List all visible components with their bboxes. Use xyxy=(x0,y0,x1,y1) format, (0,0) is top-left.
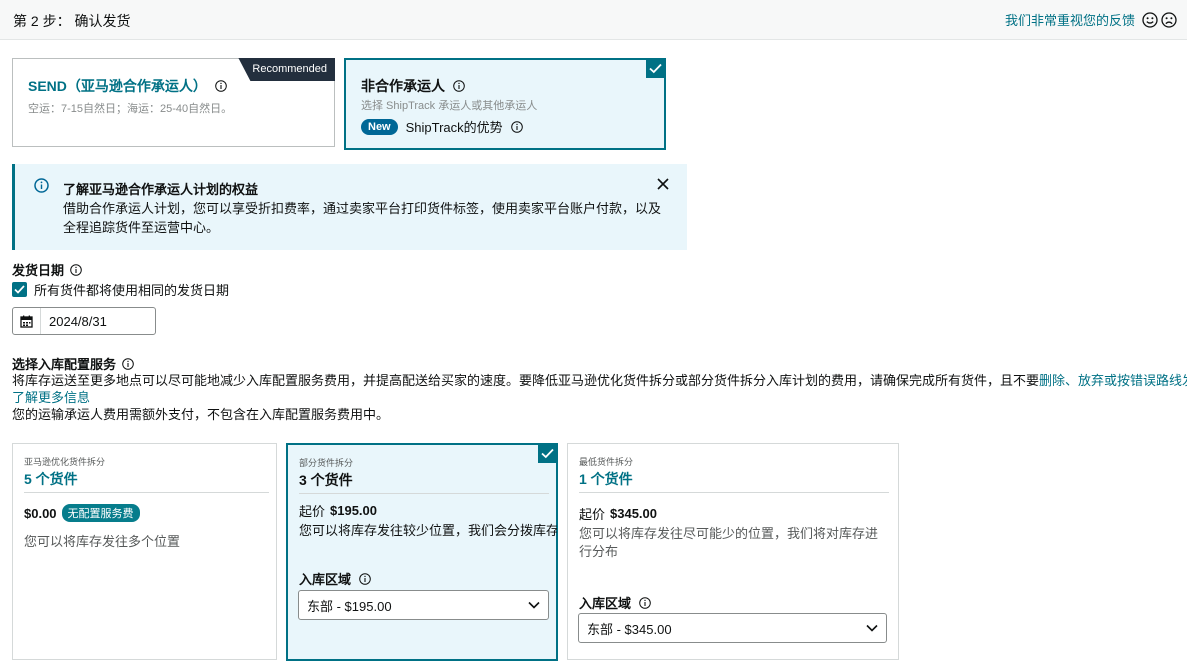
shiptrack-row: New ShipTrack的优势 xyxy=(361,117,523,136)
option-type-label: 部分货件拆分 xyxy=(299,458,354,468)
option-description: 您可以将库存发往尽可能少的位置，我们将对库存进行分布 xyxy=(579,526,879,559)
ship-date-field[interactable]: 2024/8/31 xyxy=(12,307,156,335)
non-partnered-title: 非合作承运人 xyxy=(361,76,465,96)
option-price-row: 起价 $345.00 xyxy=(579,506,658,522)
send-carrier-subtitle: 空运：7-15自然日；海运：25-40自然日。 xyxy=(28,103,233,115)
option-type-label: 亚马逊优化货件拆分 xyxy=(24,457,106,467)
option-price: $345.00 xyxy=(610,506,658,521)
info-icon[interactable] xyxy=(359,572,371,585)
divider xyxy=(299,493,549,494)
recommended-ribbon: Recommended xyxy=(238,58,335,81)
selected-check-icon xyxy=(538,444,557,463)
sad-face-icon[interactable] xyxy=(1161,11,1177,28)
new-badge: New xyxy=(361,118,398,135)
same-ship-date-label: 所有货件都将使用相同的发货日期 xyxy=(34,283,230,298)
split-option-amazon-optimized[interactable]: 亚马逊优化货件拆分 5 个货件 $0.00 无配置服务费 您可以将库存发往多个位… xyxy=(12,443,277,660)
top-bar: 第 2 步： 确认发货 我们非常重视您的反馈 xyxy=(0,0,1187,40)
region-label: 入库区域 xyxy=(299,569,371,588)
split-option-minimal[interactable]: 最低货件拆分 1 个货件 起价 $345.00 您可以将库存发往尽可能少的位置，… xyxy=(567,443,899,660)
calendar-icon[interactable] xyxy=(13,308,41,334)
feedback-link[interactable]: 我们非常重视您的反馈 xyxy=(1005,10,1135,29)
partner-info-alert: 了解亚马逊合作承运人计划的权益 借助合作承运人计划，您可以享受折扣费率，通过卖家… xyxy=(12,164,687,250)
same-ship-date-checkbox[interactable] xyxy=(12,282,27,297)
chevron-down-icon xyxy=(866,624,878,632)
option-description: 您可以将库存发往较少位置，我们会分拨库存 xyxy=(299,523,557,538)
option-price-row: $0.00 无配置服务费 xyxy=(24,504,140,522)
region-label: 入库区域 xyxy=(579,593,651,612)
region-select[interactable]: 东部 - $195.00 xyxy=(298,590,549,620)
alert-title: 了解亚马逊合作承运人计划的权益 xyxy=(63,182,259,197)
option-shipment-count: 3 个货件 xyxy=(299,472,353,488)
step-title: 第 2 步： 确认发货 xyxy=(13,13,131,29)
info-icon[interactable] xyxy=(122,357,134,370)
ship-date-title: 发货日期 xyxy=(12,260,82,279)
learn-more-link[interactable]: 了解更多信息 xyxy=(12,389,1187,406)
split-option-partial[interactable]: 部分货件拆分 3 个货件 起价 $195.00 您可以将库存发往较少位置，我们会… xyxy=(286,443,558,661)
info-icon[interactable] xyxy=(215,80,227,92)
option-type-label: 最低货件拆分 xyxy=(579,457,634,467)
info-circle-icon xyxy=(34,178,49,193)
option-price: $0.00 xyxy=(24,505,57,521)
alert-body: 借助合作承运人计划，您可以享受折扣费率，通过卖家平台打印货件标签，使用卖家平台账… xyxy=(63,201,662,235)
info-icon[interactable] xyxy=(510,120,523,133)
region-select-value: 东部 - $345.00 xyxy=(587,621,672,637)
option-shipment-count: 5 个货件 xyxy=(24,471,78,487)
non-partnered-carrier-card[interactable]: 非合作承运人 选择 ShipTrack 承运人或其他承运人 New ShipTr… xyxy=(344,58,666,150)
ship-date-value: 2024/8/31 xyxy=(49,313,107,329)
region-select[interactable]: 东部 - $345.00 xyxy=(578,613,887,643)
option-shipment-count: 1 个货件 xyxy=(579,471,633,487)
no-fee-badge: 无配置服务费 xyxy=(61,504,140,522)
info-icon[interactable] xyxy=(639,596,651,609)
shiptrack-advantage: ShipTrack的优势 xyxy=(405,120,503,135)
region-select-value: 东部 - $195.00 xyxy=(307,598,392,614)
placement-service-title: 选择入库配置服务 xyxy=(12,354,134,373)
selected-check-icon xyxy=(646,59,665,78)
send-carrier-card[interactable]: Recommended SEND（亚马逊合作承运人） 空运：7-15自然日；海运… xyxy=(12,58,335,147)
option-description: 您可以将库存发往多个位置 xyxy=(24,534,181,549)
placement-description-line: 将库存运送至更多地点可以尽可能地减少入库配置服务费用，并提高配送给买家的速度。要… xyxy=(12,372,1187,389)
divider xyxy=(579,492,889,493)
carrier-fee-note: 您的运输承运人费用需额外支付，不包含在入库配置服务费用中。 xyxy=(12,407,390,422)
same-ship-date-checkbox-row[interactable]: 所有货件都将使用相同的发货日期 xyxy=(12,280,229,299)
non-partnered-subtitle: 选择 ShipTrack 承运人或其他承运人 xyxy=(361,100,538,112)
close-icon[interactable] xyxy=(657,178,669,190)
delete-abandon-misroute-link[interactable]: 删除、放弃或按错误路线发送 xyxy=(1039,373,1187,388)
info-icon[interactable] xyxy=(453,80,465,92)
info-icon[interactable] xyxy=(70,263,82,276)
feedback-area: 我们非常重视您的反馈 xyxy=(1005,10,1177,29)
chevron-down-icon xyxy=(528,601,540,609)
option-price-row: 起价 $195.00 xyxy=(299,503,378,519)
option-price: $195.00 xyxy=(330,503,378,518)
divider xyxy=(24,492,269,493)
happy-face-icon[interactable] xyxy=(1142,11,1158,28)
send-carrier-title: SEND（亚马逊合作承运人） xyxy=(28,76,227,96)
